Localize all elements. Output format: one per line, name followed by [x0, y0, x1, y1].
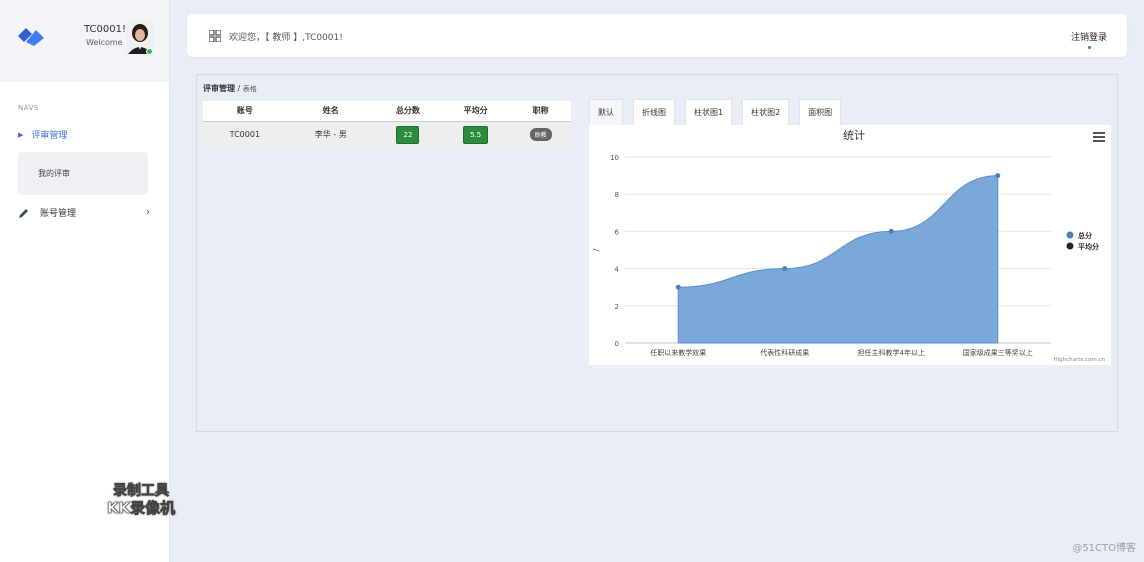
sidebar-subitem-my-review[interactable]: 我的评审 [38, 168, 70, 179]
data-point [995, 173, 1001, 179]
chart-menu-icon[interactable] [1093, 132, 1105, 142]
logout-button[interactable]: 注销登录 [1071, 30, 1107, 43]
cell-total: 22 [374, 121, 442, 148]
top-bar: 欢迎您，【 教师 】,TC0001! 注销登录 [187, 14, 1127, 57]
y-tick-label: 8 [615, 191, 619, 199]
x-tick-label: 任职以来教学效果 [650, 348, 706, 357]
sidebar-item-label: 账号管理 [40, 209, 77, 219]
y-tick-label: 10 [610, 154, 619, 162]
cell-account: TC0001 [203, 121, 287, 148]
col-total: 总分数 [374, 101, 442, 122]
user-name: TC0001! [84, 24, 126, 35]
y-tick-label: 6 [615, 228, 620, 236]
legend-label: 总分 [1078, 231, 1092, 240]
cell-name: 李华 - 男 [286, 121, 375, 148]
col-name: 姓名 [286, 101, 375, 122]
sidebar: TC0001! Welcome NAVS ▶ 评审管理 我的评审 账号管理 › … [0, 0, 175, 562]
x-tick-label: 担任主科教学4年以上 [858, 348, 925, 357]
user-welcome: Welcome [86, 38, 123, 47]
logo-icon [18, 28, 44, 46]
data-point [888, 228, 894, 234]
chart-title: 统计 [843, 129, 865, 142]
sidebar-item-account[interactable]: 账号管理 › [18, 206, 150, 219]
logout-indicator [1088, 46, 1091, 49]
watermark-line2: KK录像机 [106, 499, 176, 517]
col-average: 平均分 [441, 101, 511, 122]
pencil-icon [19, 208, 28, 218]
y-tick-label: 2 [615, 303, 619, 311]
welcome-text: 欢迎您，【 教师 】,TC0001! [229, 33, 343, 43]
average-score-badge[interactable]: 5.5 [463, 125, 489, 144]
area-series-total [677, 175, 999, 344]
watermark-line1: 录制工具 [113, 483, 170, 500]
cell-average: 5.5 [441, 121, 511, 148]
tab-area[interactable]: 面积图 [799, 99, 842, 125]
tab-line[interactable]: 折线图 [633, 99, 675, 125]
col-title: 职称 [510, 101, 571, 122]
y-tick-label: 0 [615, 340, 619, 348]
breadcrumb-page: 表格 [242, 85, 257, 93]
tab-default[interactable]: 默认 [589, 99, 623, 125]
legend-marker [1066, 242, 1074, 250]
legend-label: 平均分 [1078, 242, 1099, 251]
cell-title: 助教 [510, 121, 571, 148]
area-chart: 统计 / 0 2 4 6 8 10 任职以来教学效果 代表性科研成果 担任主科教学4年以上 国家级成果… [592, 129, 1106, 363]
title-badge: 助教 [529, 128, 552, 142]
main-panel: 评审管理 / 表格 账号 姓名 总分数 平均分 职称 TC0001 李华 - 男… [196, 74, 1118, 432]
chart-credits: Highcharts.com.cn [1053, 357, 1105, 363]
x-tick-label: 代表性科研成果 [760, 348, 809, 357]
recorder-watermark: 录制工具 KK录像机 [98, 483, 184, 517]
data-point [782, 266, 788, 272]
breadcrumb: 评审管理 / 表格 [203, 83, 257, 94]
data-point [675, 284, 681, 290]
corner-watermark: @51CTO博客 [1072, 543, 1136, 554]
breadcrumb-separator: / [235, 84, 243, 93]
navs-title: NAVS [18, 104, 39, 112]
sidebar-item-review[interactable]: ▶ 评审管理 [18, 128, 68, 142]
online-status-dot [146, 48, 153, 55]
sidebar-header: TC0001! Welcome [0, 0, 169, 82]
chevron-right-icon: › [146, 207, 150, 218]
x-tick-label: 国家级成果三等奖以上 [963, 348, 1033, 357]
total-score-badge[interactable]: 22 [396, 125, 420, 144]
sidebar-item-label: 评审管理 [31, 131, 68, 141]
table-header-row: 账号 姓名 总分数 平均分 职称 [203, 101, 571, 122]
y-tick-label: 4 [615, 266, 620, 274]
tab-bar1[interactable]: 柱状图1 [685, 99, 733, 125]
legend-marker [1066, 231, 1074, 239]
col-account: 账号 [203, 101, 287, 122]
tab-bar2[interactable]: 柱状图2 [742, 99, 790, 125]
review-table: 账号 姓名 总分数 平均分 职称 TC0001 李华 - 男 22 5.5 助教 [203, 101, 571, 148]
y-axis-label: / [592, 248, 601, 251]
dashboard-grid-icon[interactable] [209, 30, 221, 42]
breadcrumb-section[interactable]: 评审管理 [203, 84, 235, 93]
chart-container: 统计 / 0 2 4 6 8 10 任职以来教学效果 代表性科研成果 担任主科教学4年以上 国家级成果… [589, 125, 1111, 365]
table-row: TC0001 李华 - 男 22 5.5 助教 [203, 121, 571, 148]
chart-tabs: 默认 折线图 柱状图1 柱状图2 面积图 [589, 99, 851, 125]
caret-right-icon: ▶ [18, 130, 24, 139]
